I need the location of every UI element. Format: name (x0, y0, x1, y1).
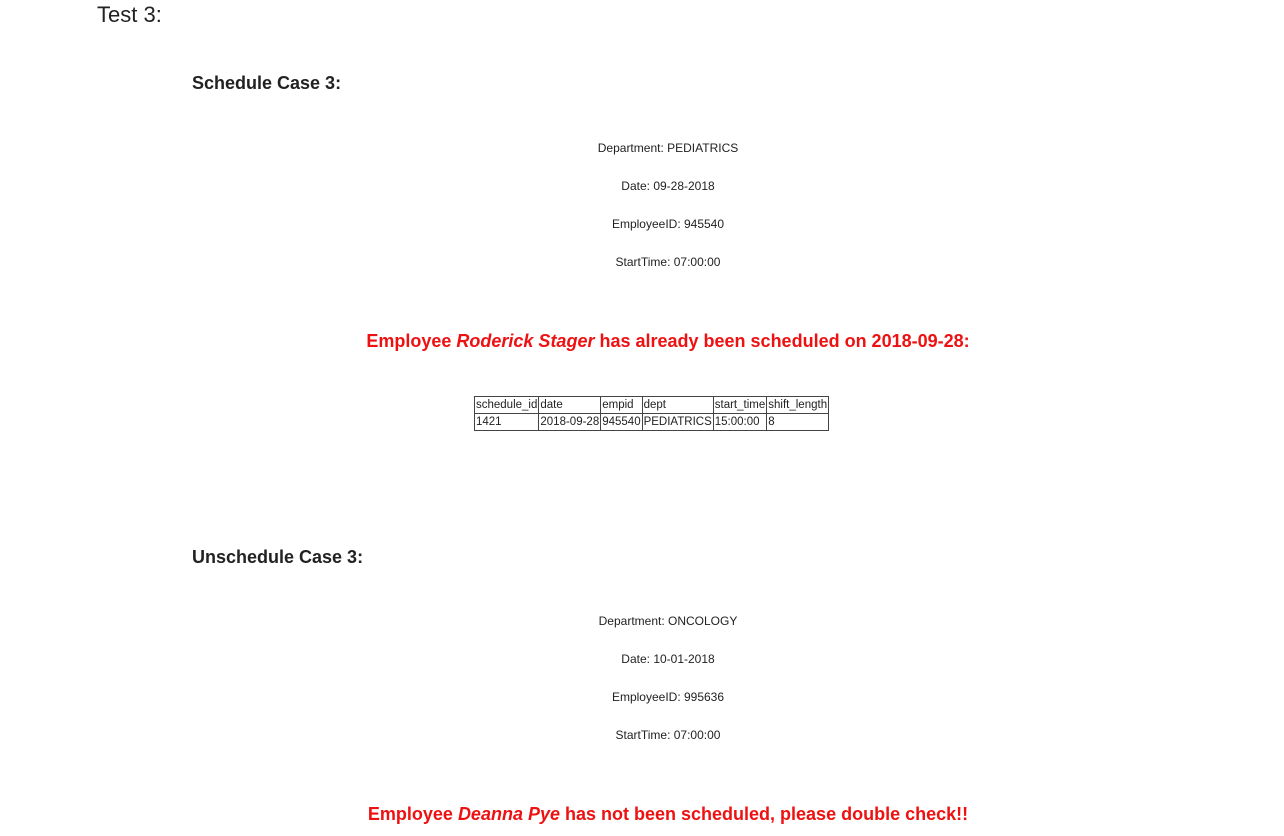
column-header-schedule-id: schedule_id (473, 396, 540, 414)
table-header-row: schedule_id date empid dept start_time s… (473, 396, 830, 414)
schedule-employee-id: EmployeeID: 945540 (611, 217, 725, 231)
test-title: Test 3: (97, 2, 162, 27)
schedule-case-title: Schedule Case 3: (192, 73, 342, 93)
schedule-date: Date: 09-28-2018 (621, 179, 715, 193)
schedule-start-time: StartTime: 07:00:00 (615, 255, 721, 269)
cell-date: 2018-09-28 (538, 413, 602, 431)
column-header-shift-length: shift_length (766, 396, 830, 414)
cell-start-time: 15:00:00 (712, 413, 768, 431)
schedule-department: Department: PEDIATRICS (597, 141, 739, 155)
alert-prefix: Employee (367, 804, 458, 824)
unschedule-start-time: StartTime: 07:00:00 (615, 728, 721, 742)
alert-suffix: has not been scheduled, please double ch… (560, 804, 969, 824)
unschedule-case-title: Unschedule Case 3: (192, 547, 364, 567)
cell-empid: 945540 (600, 413, 643, 431)
employee-name: Deanna Pye (457, 804, 560, 824)
cell-shift-length: 8 (766, 413, 830, 431)
column-header-dept: dept (641, 396, 714, 414)
cell-schedule-id: 1421 (473, 413, 540, 431)
unschedule-date: Date: 10-01-2018 (621, 652, 715, 666)
column-header-date: date (538, 396, 602, 414)
schedule-table: schedule_id date empid dept start_time s… (473, 396, 830, 431)
column-header-empid: empid (600, 396, 643, 414)
employee-name: Roderick Stager (456, 331, 595, 351)
unschedule-department: Department: ONCOLOGY (598, 614, 738, 628)
table-row: 1421 2018-09-28 945540 PEDIATRICS 15:00:… (473, 413, 830, 431)
schedule-alert-message: Employee Roderick Stager has already bee… (0, 329, 1284, 353)
alert-prefix: Employee (366, 331, 457, 351)
column-header-start-time: start_time (712, 396, 768, 414)
cell-dept: PEDIATRICS (641, 413, 714, 431)
alert-suffix: has already been scheduled on 2018-09-28… (594, 331, 970, 351)
unschedule-employee-id: EmployeeID: 995636 (611, 690, 725, 704)
unschedule-alert-message: Employee Deanna Pye has not been schedul… (0, 802, 1284, 826)
